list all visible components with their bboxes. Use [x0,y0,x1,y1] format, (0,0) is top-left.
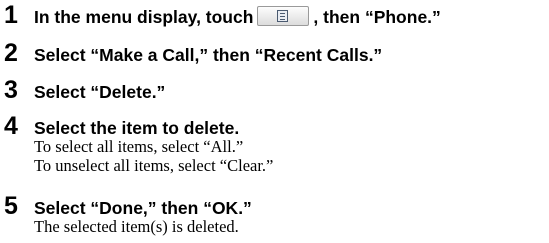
step-text-after-icon: , then “Phone.” [313,7,441,27]
step-detail: To select all items, select “All.” [34,137,244,156]
step-number: 1 [4,1,18,29]
step-2: 2 Select “Make a Call,” then “Recent Cal… [4,40,382,68]
step-number: 4 [4,112,18,140]
step-detail: The selected item(s) is deleted. [34,217,239,236]
menu-glyph [277,10,289,22]
step-instruction: In the menu display, touch , then “Phone.… [34,4,441,30]
step-text-before-icon: In the menu display, touch [34,7,254,27]
step-number: 3 [4,76,18,104]
instruction-page: 1 In the menu display, touch , then “Phon… [0,0,549,243]
step-instruction: Select “Make a Call,” then “Recent Calls… [34,45,383,65]
step-number: 5 [4,192,18,220]
menu-list-icon [257,6,310,26]
step-3: 3 Select “Delete.” [4,77,165,105]
step-instruction: Select “Delete.” [34,82,166,102]
step-detail: To unselect all items, select “Clear.” [34,156,274,175]
step-1: 1 In the menu display, touch , then “Phon… [4,2,441,30]
step-number: 2 [4,39,18,67]
